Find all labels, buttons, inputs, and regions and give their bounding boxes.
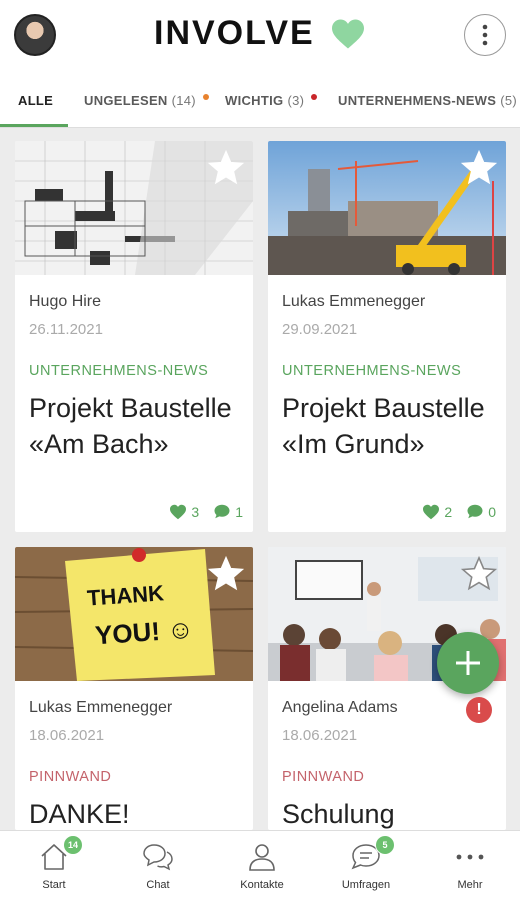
active-tab-indicator <box>0 124 68 127</box>
user-avatar[interactable] <box>14 14 56 56</box>
news-card[interactable]: Hugo Hire 26.11.2021 UNTERNEHMENS-NEWS P… <box>15 141 253 532</box>
favorite-star-icon[interactable] <box>207 555 245 593</box>
card-image-blueprint <box>15 141 253 275</box>
sticky-note-text-line1: THANK <box>86 580 165 611</box>
bottom-navigation: 14 Start Chat Kontakte 5 Umfragen Mehr <box>0 830 520 900</box>
heart-logo-icon <box>332 19 364 49</box>
vertical-dots-icon <box>482 24 488 46</box>
more-dots-icon <box>456 854 484 860</box>
heart-icon[interactable] <box>422 504 440 520</box>
chat-bubbles-icon <box>143 844 173 871</box>
tab-count: (14) <box>171 92 196 108</box>
tab-count: (5) <box>500 92 518 108</box>
card-author: Hugo Hire <box>29 293 102 310</box>
news-card[interactable]: THANK YOU! ☺ Lukas Emmenegger 18.06.2021… <box>15 547 253 830</box>
card-title: Projekt Baustelle «Im Grund» <box>282 393 485 459</box>
nav-label: Umfragen <box>341 879 391 891</box>
card-title: Schulung <box>282 799 395 829</box>
tab-wichtig[interactable]: WICHTIG (3) <box>225 72 318 127</box>
tab-count: (3) <box>287 92 305 108</box>
nav-label: Start <box>42 879 66 891</box>
more-options-button[interactable] <box>464 14 506 56</box>
nav-item-mehr[interactable]: Mehr <box>418 831 520 900</box>
comment-count: 1 <box>235 503 243 520</box>
card-reactions: 3 1 <box>169 503 243 520</box>
card-image-construction <box>268 141 506 275</box>
nav-label: Kontakte <box>240 879 284 891</box>
comment-count: 0 <box>488 503 496 520</box>
favorite-star-icon[interactable] <box>207 149 245 187</box>
card-reactions: 2 0 <box>422 503 496 520</box>
app-header: INVOLVE <box>0 0 520 72</box>
card-category: UNTERNEHMENS-NEWS <box>29 363 209 379</box>
comment-icon[interactable] <box>213 503 231 520</box>
heart-icon[interactable] <box>169 504 187 520</box>
nav-label: Mehr <box>457 879 483 891</box>
plus-icon <box>456 651 480 675</box>
like-count: 3 <box>191 503 200 520</box>
card-author: Lukas Emmenegger <box>29 699 173 716</box>
app-logo: INVOLVE <box>154 14 315 52</box>
important-dot <box>311 94 318 100</box>
unread-dot <box>202 94 209 100</box>
create-post-button[interactable] <box>437 632 499 694</box>
tab-label: UNTERNEHMENS-NEWS <box>338 92 497 108</box>
card-category: PINNWAND <box>282 769 365 785</box>
filter-tabs: ALLE UNGELESEN (14) WICHTIG (3) UNTERNEH… <box>0 72 520 128</box>
tab-label: WICHTIG <box>225 92 284 108</box>
card-image-thank-you: THANK YOU! ☺ <box>15 547 253 681</box>
card-category: UNTERNEHMENS-NEWS <box>282 363 462 379</box>
tab-label: ALLE <box>18 92 54 108</box>
card-date: 29.09.2021 <box>282 321 358 338</box>
tab-alle[interactable]: ALLE <box>18 72 54 127</box>
like-count: 2 <box>444 503 453 520</box>
alert-badge[interactable]: ! <box>466 697 492 723</box>
news-card[interactable]: Lukas Emmenegger 29.09.2021 UNTERNEHMENS… <box>268 141 506 532</box>
tab-ungelesen[interactable]: UNGELESEN (14) <box>84 72 209 127</box>
nav-item-start[interactable]: 14 Start <box>2 831 106 900</box>
card-title: DANKE! <box>29 799 130 829</box>
favorite-star-icon[interactable] <box>460 555 498 593</box>
person-icon <box>249 844 275 871</box>
nav-item-kontakte[interactable]: Kontakte <box>210 831 314 900</box>
card-category: PINNWAND <box>29 769 112 785</box>
card-date: 18.06.2021 <box>282 727 358 744</box>
comment-icon[interactable] <box>466 503 484 520</box>
card-title: Projekt Baustelle «Am Bach» <box>29 393 232 459</box>
favorite-star-icon[interactable] <box>460 149 498 187</box>
card-date: 26.11.2021 <box>29 321 103 338</box>
card-date: 18.06.2021 <box>29 727 105 744</box>
nav-item-chat[interactable]: Chat <box>106 831 210 900</box>
nav-label: Chat <box>146 879 170 891</box>
card-author: Lukas Emmenegger <box>282 293 426 310</box>
tab-unternehmens-news[interactable]: UNTERNEHMENS-NEWS (5) <box>338 72 518 127</box>
nav-badge: 14 <box>63 835 83 855</box>
nav-badge: 5 <box>375 835 395 855</box>
card-author: Angelina Adams <box>282 699 398 716</box>
tab-label: UNGELESEN <box>84 92 168 108</box>
app-root: INVOLVE ALLE UNGELESEN (14) WICHTIG (3) … <box>0 0 520 900</box>
nav-item-umfragen[interactable]: 5 Umfragen <box>314 831 418 900</box>
